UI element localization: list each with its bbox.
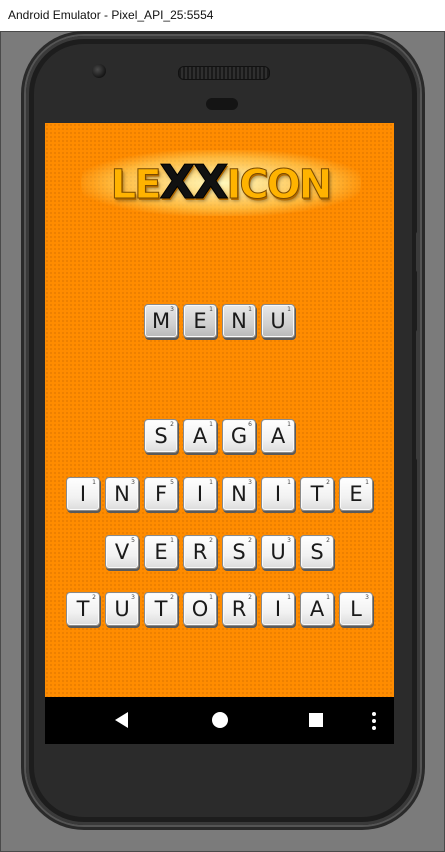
tile-score: 3 xyxy=(131,594,135,601)
letter-tile: T2 xyxy=(66,592,100,626)
letter-tile: T2 xyxy=(300,477,334,511)
tile-score: 3 xyxy=(248,479,252,486)
tile-score: 1 xyxy=(92,479,96,486)
more-options-icon[interactable] xyxy=(372,712,376,730)
letter-tile: U3 xyxy=(105,592,139,626)
tile-score: 3 xyxy=(365,594,369,601)
letter-tile: V5 xyxy=(105,535,139,569)
tile-score: 1 xyxy=(209,479,213,486)
tile-score: 2 xyxy=(326,537,330,544)
android-nav-bar xyxy=(45,697,394,744)
letter-tile: I1 xyxy=(261,592,295,626)
tile-score: 1 xyxy=(170,537,174,544)
volume-rocker[interactable] xyxy=(416,330,420,460)
app-screen: LEXXICON M3E1N1U1 S2A1G6A1 I1N3F5I1N3I1T… xyxy=(45,123,394,697)
tile-score: 1 xyxy=(287,479,291,486)
lexxicon-logo: LEXXICON xyxy=(81,150,361,216)
letter-tile: O1 xyxy=(183,592,217,626)
letter-tile: E1 xyxy=(144,535,178,569)
tile-score: 5 xyxy=(170,479,174,486)
tile-score: 2 xyxy=(170,421,174,428)
logo-text-post: ICON xyxy=(226,162,333,209)
letter-tile: N3 xyxy=(222,477,256,511)
letter-tile: E1 xyxy=(339,477,373,511)
front-camera-icon xyxy=(92,64,106,78)
letter-tile: I1 xyxy=(183,477,217,511)
tile-score: 3 xyxy=(287,537,291,544)
tile-score: 1 xyxy=(287,421,291,428)
letter-tile: F5 xyxy=(144,477,178,511)
menu-heading: M3E1N1U1 xyxy=(45,304,394,338)
tile-score: 2 xyxy=(92,594,96,601)
tile-score: 2 xyxy=(326,479,330,486)
letter-tile: S2 xyxy=(300,535,334,569)
letter-tile: A1 xyxy=(261,419,295,453)
letter-tile: S2 xyxy=(144,419,178,453)
tile-score: 2 xyxy=(248,537,252,544)
tile-score: 1 xyxy=(209,306,213,313)
tile-score: 3 xyxy=(170,306,174,313)
letter-tile: I1 xyxy=(66,477,100,511)
versus-button[interactable]: V5E1R2S2U3S2 xyxy=(45,535,394,569)
tile-score: 1 xyxy=(287,306,291,313)
tutorial-button[interactable]: T2U3T2O1R2I1A1L3 xyxy=(45,592,394,626)
logo-text-xx: XX xyxy=(159,155,229,210)
letter-tile: G6 xyxy=(222,419,256,453)
tile-score: 1 xyxy=(248,306,252,313)
infinite-button[interactable]: I1N3F5I1N3I1T2E1 xyxy=(45,477,394,511)
tile-score: 2 xyxy=(248,594,252,601)
letter-tile: R2 xyxy=(183,535,217,569)
letter-tile: M3 xyxy=(144,304,178,338)
earpiece xyxy=(206,98,238,110)
power-button[interactable] xyxy=(416,232,420,272)
tile-score: 1 xyxy=(209,421,213,428)
letter-tile: A1 xyxy=(300,592,334,626)
emulator-titlebar: Android Emulator - Pixel_API_25:5554 xyxy=(0,0,445,32)
letter-tile: N1 xyxy=(222,304,256,338)
home-icon[interactable] xyxy=(212,712,228,728)
letter-tile: N3 xyxy=(105,477,139,511)
back-icon[interactable] xyxy=(115,712,128,728)
letter-tile: E1 xyxy=(183,304,217,338)
letter-tile: S2 xyxy=(222,535,256,569)
logo-text-pre: LE xyxy=(110,162,162,209)
recents-icon[interactable] xyxy=(309,713,323,727)
letter-tile: L3 xyxy=(339,592,373,626)
letter-tile: R2 xyxy=(222,592,256,626)
tile-score: 3 xyxy=(131,479,135,486)
letter-tile: A1 xyxy=(183,419,217,453)
tile-score: 6 xyxy=(248,421,252,428)
letter-tile: U3 xyxy=(261,535,295,569)
tile-score: 1 xyxy=(287,594,291,601)
tile-score: 1 xyxy=(365,479,369,486)
letter-tile: U1 xyxy=(261,304,295,338)
tile-score: 1 xyxy=(326,594,330,601)
tile-score: 1 xyxy=(209,594,213,601)
tile-score: 5 xyxy=(131,537,135,544)
tile-score: 2 xyxy=(170,594,174,601)
letter-tile: I1 xyxy=(261,477,295,511)
saga-button[interactable]: S2A1G6A1 xyxy=(45,419,394,453)
logo-text: LEXXICON xyxy=(93,154,348,213)
letter-tile: T2 xyxy=(144,592,178,626)
tile-score: 2 xyxy=(209,537,213,544)
speaker-grille xyxy=(178,66,270,80)
window-title: Android Emulator - Pixel_API_25:5554 xyxy=(8,8,214,22)
